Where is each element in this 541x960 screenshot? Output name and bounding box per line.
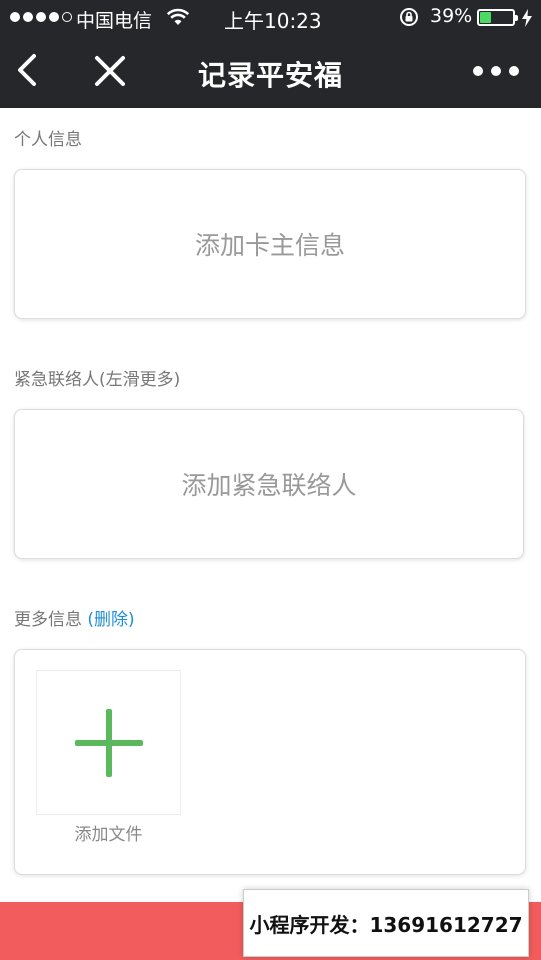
- battery-icon: [477, 9, 518, 26]
- add-cardholder-text: 添加卡主信息: [194, 231, 345, 260]
- signal-dots-icon: [10, 12, 72, 22]
- battery-percent: 39%: [430, 5, 473, 27]
- add-emergency-contact-text: 添加紧急联络人: [181, 471, 357, 500]
- add-file-button[interactable]: [36, 670, 181, 815]
- plus-icon: [75, 709, 143, 777]
- more-info-card: 添加文件: [14, 649, 526, 875]
- personal-info-label: 个人信息: [14, 130, 82, 150]
- status-bar: 中国电信 上午10:23 39%: [0, 0, 541, 36]
- status-time: 上午10:23: [224, 9, 322, 33]
- rotation-lock-icon: [400, 8, 418, 26]
- add-cardholder-card[interactable]: 添加卡主信息: [14, 169, 526, 319]
- screen: 中国电信 上午10:23 39% 记录平安福 个人信息 添加卡主信息 紧急联络人…: [0, 0, 541, 960]
- add-file-label: 添加文件: [74, 825, 143, 845]
- add-emergency-contact-card[interactable]: 添加紧急联络人: [14, 409, 524, 559]
- page-title: 记录平安福: [197, 59, 343, 92]
- charging-bolt-icon: [522, 9, 532, 27]
- delete-link[interactable]: (删除): [87, 610, 134, 630]
- more-info-text: 更多信息: [14, 610, 82, 630]
- more-dots-icon[interactable]: [473, 66, 519, 76]
- nav-bar: 记录平安福: [0, 36, 541, 108]
- wifi-icon: [166, 8, 190, 25]
- top-bar: 中国电信 上午10:23 39% 记录平安福: [0, 0, 541, 108]
- more-info-label: 更多信息 (删除): [14, 605, 135, 630]
- watermark-banner: 小程序开发：13691612727: [243, 889, 529, 957]
- emergency-contacts-label: 紧急联络人(左滑更多): [14, 370, 181, 390]
- carrier-name: 中国电信: [76, 10, 153, 32]
